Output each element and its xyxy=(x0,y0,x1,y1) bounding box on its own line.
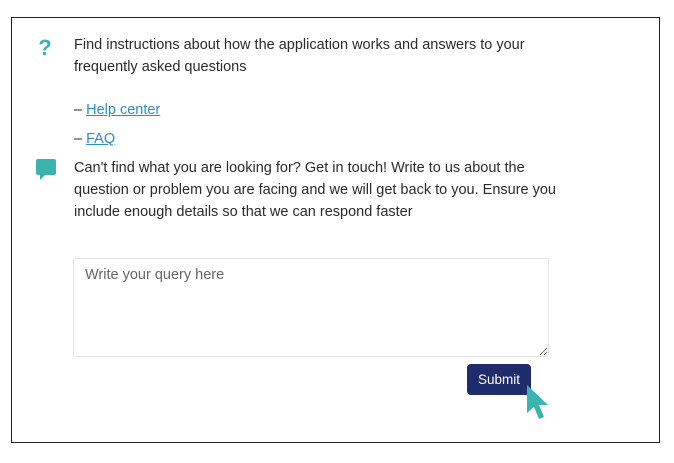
help-center-row: – Help center xyxy=(74,100,160,120)
contact-description: Can't find what you are looking for? Get… xyxy=(74,160,556,220)
faq-row: – FAQ xyxy=(74,129,115,149)
pointer-cursor-icon xyxy=(527,385,548,419)
question-icon: ? xyxy=(38,35,52,60)
chat-bubble-icon xyxy=(36,159,56,180)
help-panel xyxy=(11,17,660,443)
link-prefix: – xyxy=(74,131,87,147)
submit-button[interactable]: Submit xyxy=(467,364,531,395)
link-prefix: – xyxy=(74,102,87,118)
faq-link[interactable]: FAQ xyxy=(86,131,115,147)
help-description: Find instructions about how the applicat… xyxy=(74,37,525,75)
help-center-link[interactable]: Help center xyxy=(86,102,160,118)
query-textarea[interactable] xyxy=(73,258,549,357)
